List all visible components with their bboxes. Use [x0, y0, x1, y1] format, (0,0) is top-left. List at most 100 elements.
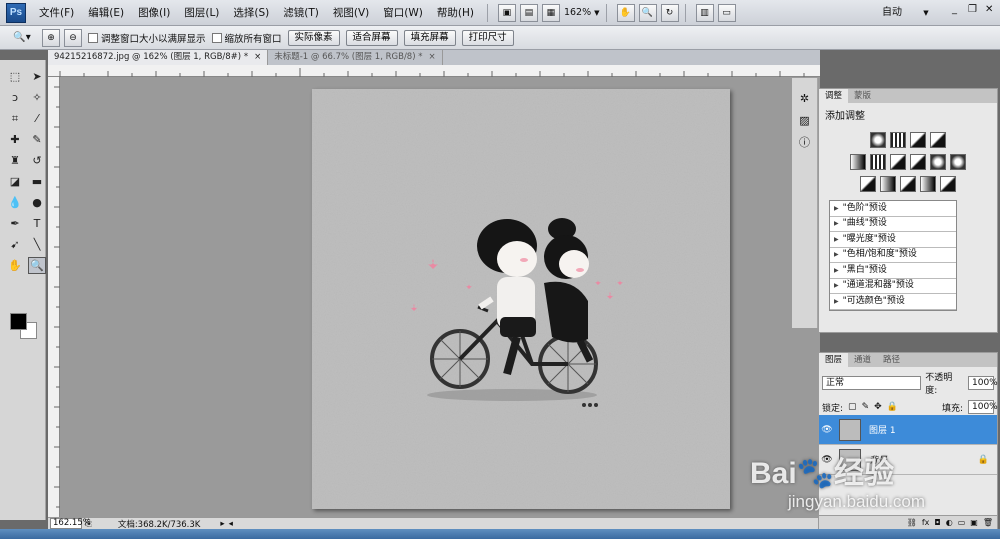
gradient-map-icon[interactable] [920, 176, 936, 192]
pen-tool-icon[interactable]: ✒ [6, 215, 24, 232]
lock-paint-icon[interactable]: ✎ [862, 402, 870, 412]
move-tool-icon[interactable]: ➤ [28, 68, 46, 85]
preset-selective-color[interactable]: ▶ "可选颜色"预设 [830, 294, 956, 310]
preset-black-white[interactable]: ▶ "黑白"预设 [830, 263, 956, 279]
invert-icon[interactable] [860, 176, 876, 192]
visibility-eye-icon[interactable]: 👁 [819, 455, 835, 465]
layer-name[interactable]: 背景 [869, 453, 887, 466]
gradient-tool-icon[interactable]: ▬ [28, 173, 46, 190]
actual-pixels-button[interactable]: 实际像素 [287, 29, 340, 46]
rotate-view-icon[interactable]: ↻ [660, 3, 679, 22]
foreground-color-swatch[interactable] [10, 313, 27, 330]
channel-mixer-icon[interactable] [950, 154, 966, 170]
navigator-icon[interactable]: ✲ [797, 90, 813, 106]
group-icon[interactable]: ▭ [958, 518, 966, 527]
zoom-tool-preset-icon[interactable]: 🔍▾ [6, 28, 38, 48]
crop-tool-icon[interactable]: ⌗ [6, 110, 24, 127]
marquee-tool-icon[interactable]: ⬚ [6, 68, 24, 85]
tab-layers[interactable]: 图层 [819, 353, 849, 367]
zoom-in-icon[interactable]: ⊕ [42, 28, 60, 47]
zoom-out-icon[interactable]: ⊖ [64, 28, 82, 47]
brightness-icon[interactable] [870, 132, 886, 148]
opacity-input[interactable]: 100% [968, 376, 998, 390]
lock-pixels-icon[interactable]: ▢ [848, 402, 857, 412]
visibility-eye-icon[interactable]: 👁 [819, 425, 835, 435]
brush-tool-icon[interactable]: ✎ [28, 131, 46, 148]
layer-row[interactable]: 👁 图层 1 [819, 415, 997, 445]
minibridge-icon[interactable]: ▤ [519, 3, 538, 22]
chevron-down-icon[interactable]: ▼ [594, 9, 599, 17]
levels-icon[interactable] [890, 132, 906, 148]
extras-icon[interactable]: ▦ [541, 3, 560, 22]
type-tool-icon[interactable]: T [28, 215, 46, 232]
tab-close-icon[interactable]: × [254, 50, 261, 65]
menu-view[interactable]: 视图(V) [326, 3, 376, 23]
path-select-icon[interactable]: ➹ [6, 236, 24, 253]
preset-levels[interactable]: ▶ "色阶"预设 [830, 201, 956, 217]
checkbox-box[interactable] [211, 32, 222, 43]
healing-brush-icon[interactable]: ✚ [6, 131, 24, 148]
adjustment-layer-icon[interactable]: ◐ [946, 518, 953, 527]
tab-adjustments[interactable]: 调整 [819, 89, 849, 103]
history-brush-icon[interactable]: ↺ [28, 152, 46, 169]
screen-mode-icon[interactable]: ▭ [717, 3, 736, 22]
magic-wand-icon[interactable]: ✧ [28, 89, 46, 106]
vibrance-icon[interactable] [850, 154, 866, 170]
fill-input[interactable]: 100% [968, 400, 998, 414]
add-mask-icon[interactable]: ◘ [934, 518, 940, 527]
zoom-field[interactable]: 162.15% [50, 518, 91, 529]
new-layer-icon[interactable]: ▣ [970, 518, 978, 527]
menu-select[interactable]: 选择(S) [226, 3, 276, 23]
tab-paths[interactable]: 路径 [877, 353, 906, 367]
fit-screen-button[interactable]: 适合屏幕 [345, 29, 398, 46]
info-icon[interactable]: ⓘ [797, 134, 813, 150]
checkbox-box[interactable] [88, 32, 98, 43]
menu-window[interactable]: 窗口(W) [376, 3, 430, 23]
menu-edit[interactable]: 编辑(E) [81, 3, 131, 23]
menu-filter[interactable]: 滤镜(T) [276, 3, 326, 23]
resize-windows-checkbox[interactable]: 调整窗口大小以满屏显示 [88, 31, 206, 45]
link-layers-icon[interactable]: ⛓ [907, 518, 917, 527]
export-icon[interactable]: ⎘ [85, 519, 92, 529]
print-size-button[interactable]: 打印尺寸 [461, 29, 514, 46]
preset-channel-mixer[interactable]: ▶ "通道混和器"预设 [830, 279, 956, 294]
histogram-icon[interactable]: ▨ [797, 112, 813, 128]
black-white-icon[interactable] [910, 154, 926, 170]
exposure-icon[interactable] [930, 132, 946, 148]
fill-screen-button[interactable]: 填充屏幕 [403, 29, 456, 46]
menu-help[interactable]: 帮助(H) [430, 3, 481, 23]
eraser-tool-icon[interactable]: ◪ [6, 173, 24, 190]
close-icon[interactable]: ✕ [985, 4, 993, 15]
blur-tool-icon[interactable]: 💧 [6, 194, 24, 211]
zoom-tool-icon[interactable]: 🔍 [638, 3, 657, 22]
restore-icon[interactable]: ❐ [968, 4, 977, 15]
preset-curves[interactable]: ▶ "曲线"预设 [830, 217, 956, 232]
bridge-icon[interactable]: ▣ [497, 3, 516, 22]
posterize-icon[interactable] [880, 176, 896, 192]
lasso-tool-icon[interactable]: ↄ [6, 89, 24, 106]
menu-file[interactable]: 文件(F) [32, 3, 81, 23]
tab-document-1[interactable]: 94215216872.jpg @ 162% (图层 1, RGB/8#) * … [48, 50, 269, 65]
minimize-icon[interactable]: _ [952, 4, 957, 15]
hand-tool-icon[interactable]: ✋ [6, 257, 24, 274]
layer-row[interactable]: 👁 背景 🔒 [819, 445, 997, 475]
hand-tool-icon[interactable]: ✋ [616, 3, 635, 22]
canvas-area[interactable] [60, 77, 820, 517]
zoom-tool-icon[interactable]: 🔍 [28, 257, 46, 274]
eyedropper-icon[interactable]: ⁄ [28, 110, 46, 127]
tab-close-icon[interactable]: × [428, 50, 435, 65]
menu-layer[interactable]: 图层(L) [177, 3, 226, 23]
lock-all-icon[interactable]: 🔒 [887, 402, 898, 412]
blend-mode-select[interactable]: 正常 [822, 376, 922, 390]
layer-name[interactable]: 图层 1 [869, 423, 896, 436]
zoom-all-windows-checkbox[interactable]: 缩放所有窗口 [211, 31, 282, 45]
dodge-tool-icon[interactable]: ● [28, 194, 46, 211]
hue-saturation-icon[interactable] [870, 154, 886, 170]
tab-document-2[interactable]: 未标题-1 @ 66.7% (图层 1, RGB/8) * × [268, 50, 443, 65]
lock-position-icon[interactable]: ✥ [874, 402, 882, 412]
line-tool-icon[interactable]: ╲ [28, 236, 46, 253]
selective-color-icon[interactable] [940, 176, 956, 192]
photo-filter-icon[interactable] [930, 154, 946, 170]
scroll-left-icon[interactable]: ◂ [229, 519, 233, 529]
delete-layer-icon[interactable]: 🗑 [983, 518, 993, 527]
